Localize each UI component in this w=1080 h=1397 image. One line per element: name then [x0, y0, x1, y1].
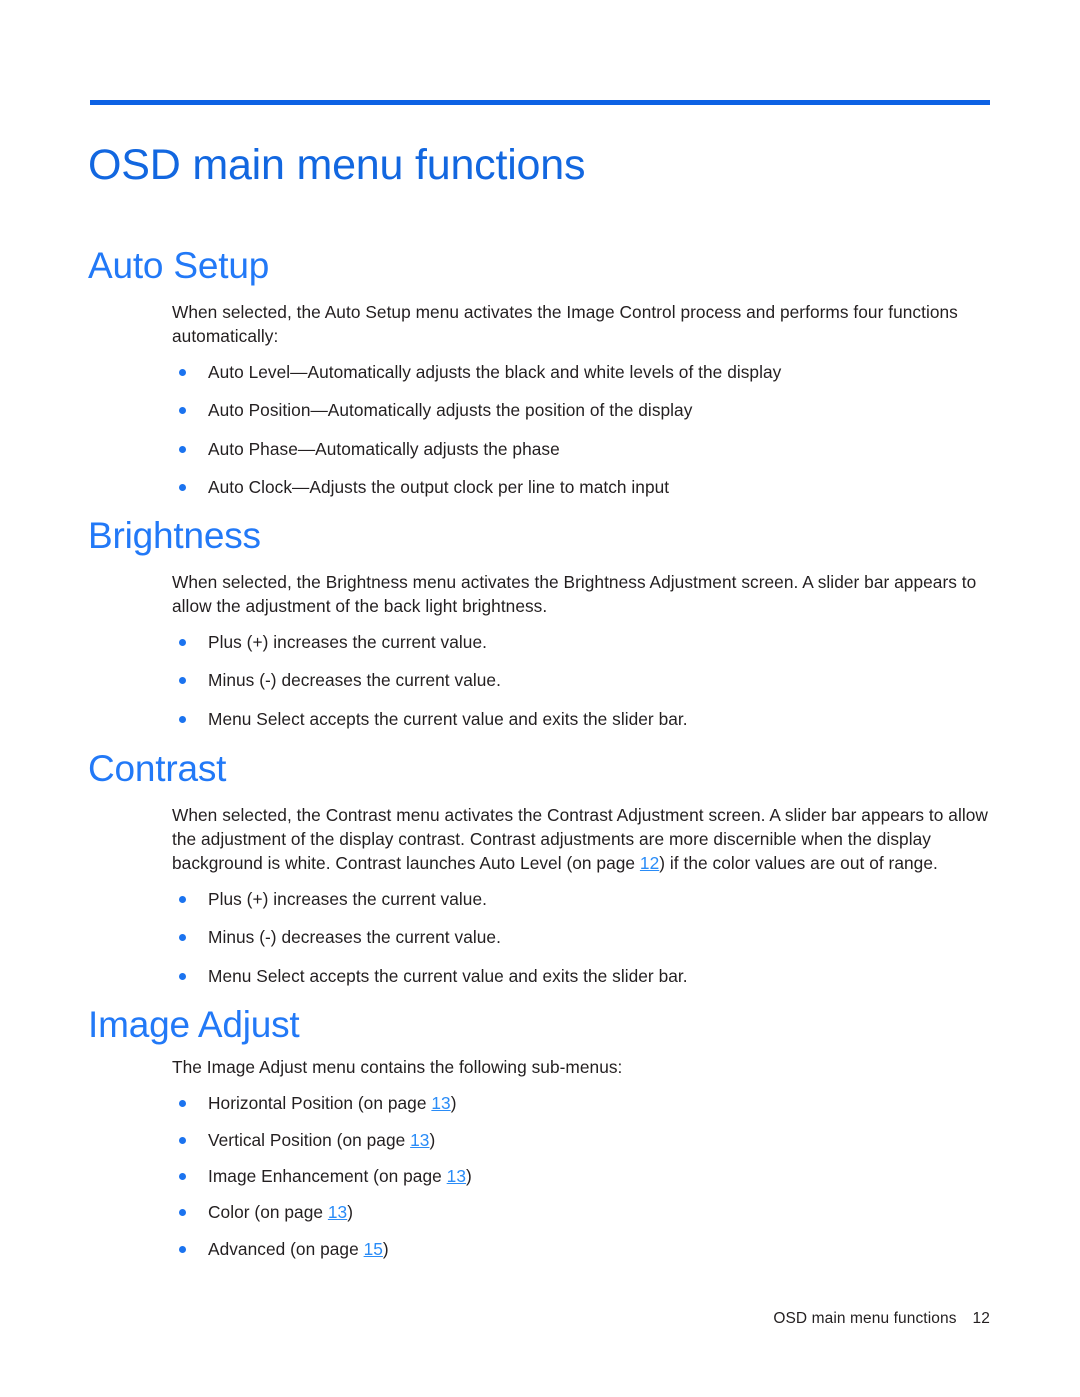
list-item: Auto Clock—Adjusts the output clock per … [172, 476, 990, 498]
bullet-dot-icon [179, 484, 186, 492]
list-item-label-end: ) [347, 1202, 354, 1223]
list-item: Auto Phase—Automatically adjusts the pha… [172, 438, 990, 460]
bullet-dot-icon [179, 972, 186, 980]
list-item-label: Minus (-) decreases the current value. [208, 670, 501, 691]
page-reference-link[interactable]: 13 [410, 1130, 429, 1150]
image-adjust-paragraph: The Image Adjust menu contains the follo… [172, 1057, 623, 1078]
auto-setup-bullet-list: Auto Level—Automatically adjusts the bla… [172, 361, 990, 499]
list-item-label: Image Enhancement (on page [208, 1166, 447, 1186]
list-item-label: Vertical Position (on page [208, 1129, 411, 1150]
list-item-label: Menu Select accepts the current value an… [208, 965, 688, 986]
list-item-label: Horizontal Position (on page [208, 1093, 432, 1114]
list-item: Auto Level—Automatically adjusts the bla… [172, 361, 990, 383]
list-item: Plus (+) increases the current value. [172, 888, 990, 910]
brightness-bullet-list: Plus (+) increases the current value. Mi… [172, 631, 990, 730]
auto-setup-body: When selected, the Auto Setup menu activ… [172, 301, 990, 499]
page-reference-link[interactable]: 13 [328, 1202, 347, 1222]
list-item: Plus (+) increases the current value. [172, 631, 990, 653]
bullet-dot-icon [179, 1245, 186, 1253]
list-item: Menu Select accepts the current value an… [172, 965, 990, 987]
page-title: OSD main menu functions [88, 140, 586, 189]
page-reference-link[interactable]: 12 [640, 853, 659, 873]
bullet-dot-icon [179, 715, 186, 723]
list-item-label-end: ) [429, 1129, 436, 1150]
brightness-paragraph: When selected, the Brightness menu activ… [172, 572, 977, 617]
list-item: Auto Position—Automatically adjusts the … [172, 399, 990, 421]
section-auto-setup: Auto Setup When selected, the Auto Setup… [0, 245, 1080, 499]
section-image-adjust: Image Adjust The Image Adjust menu conta… [0, 1004, 1080, 1260]
list-item: Menu Select accepts the current value an… [172, 708, 990, 730]
bullet-dot-icon [179, 934, 186, 942]
auto-setup-paragraph: When selected, the Auto Setup menu activ… [172, 302, 958, 347]
list-item: Minus (-) decreases the current value. [172, 926, 990, 948]
list-item-label: Plus (+) increases the current value. [208, 631, 487, 652]
bullet-dot-icon [179, 1136, 186, 1144]
document-page: OSD main menu functions Auto Setup When … [0, 0, 1080, 1397]
list-item-label: Advanced (on page [208, 1238, 364, 1259]
section-heading-auto-setup: Auto Setup [88, 245, 270, 286]
list-item-label-end: ) [465, 1166, 472, 1186]
page-footer: OSD main menu functions 12 [0, 1310, 990, 1328]
section-heading-image-adjust: Image Adjust [88, 1004, 300, 1045]
section-contrast: Contrast When selected, the Contrast men… [0, 748, 1080, 987]
list-item: Vertical Position (on page 13) [172, 1129, 990, 1151]
list-item: Minus (-) decreases the current value. [172, 669, 990, 691]
list-item-label: Plus (+) increases the current value. [208, 888, 487, 909]
list-item: Advanced (on page 15) [172, 1238, 990, 1260]
bullet-dot-icon [179, 895, 186, 903]
page-reference-link[interactable]: 13 [447, 1166, 466, 1186]
brightness-body: When selected, the Brightness menu activ… [172, 571, 990, 730]
list-item-label-end: ) [450, 1093, 457, 1114]
list-item-label-end: ) [382, 1238, 389, 1259]
list-item-label: Minus (-) decreases the current value. [208, 927, 501, 948]
list-item-label: Auto Level—Automatically adjusts the bla… [208, 361, 782, 382]
section-heading-brightness: Brightness [88, 515, 261, 556]
list-item: Image Enhancement (on page 13) [172, 1165, 990, 1187]
list-item: Horizontal Position (on page 13) [172, 1092, 990, 1114]
footer-chapter-label: OSD main menu functions [773, 1310, 957, 1327]
title-rule-divider [90, 100, 990, 105]
section-heading-contrast: Contrast [88, 748, 227, 789]
bullet-dot-icon [179, 407, 186, 415]
list-item-label: Auto Phase—Automatically adjusts the pha… [208, 438, 560, 459]
image-adjust-bullet-list: Horizontal Position (on page 13) Vertica… [172, 1092, 990, 1260]
contrast-body: When selected, the Contrast menu activat… [172, 804, 990, 987]
list-item-label: Color (on page [208, 1202, 328, 1223]
image-adjust-body: The Image Adjust menu contains the follo… [172, 1056, 990, 1260]
contrast-paragraph-part2: ) if the color values are out of range. [659, 852, 938, 873]
list-item-label: Auto Clock—Adjusts the output clock per … [208, 477, 670, 498]
contrast-paragraph: When selected, the Contrast menu activat… [172, 804, 990, 876]
bullet-dot-icon [179, 1100, 186, 1108]
list-item-label: Menu Select accepts the current value an… [208, 708, 688, 729]
section-brightness: Brightness When selected, the Brightness… [0, 515, 1080, 730]
page-reference-link[interactable]: 13 [431, 1093, 450, 1113]
bullet-dot-icon [179, 1173, 186, 1180]
footer-page-number: 12 [972, 1310, 990, 1327]
list-item: Color (on page 13) [172, 1201, 990, 1223]
contrast-bullet-list: Plus (+) increases the current value. Mi… [172, 888, 990, 987]
bullet-dot-icon [179, 368, 186, 376]
bullet-dot-icon [179, 638, 186, 646]
bullet-dot-icon [179, 1209, 186, 1217]
bullet-dot-icon [179, 677, 186, 685]
page-reference-link[interactable]: 15 [364, 1239, 383, 1259]
bullet-dot-icon [179, 445, 186, 453]
list-item-label: Auto Position—Automatically adjusts the … [208, 400, 693, 421]
